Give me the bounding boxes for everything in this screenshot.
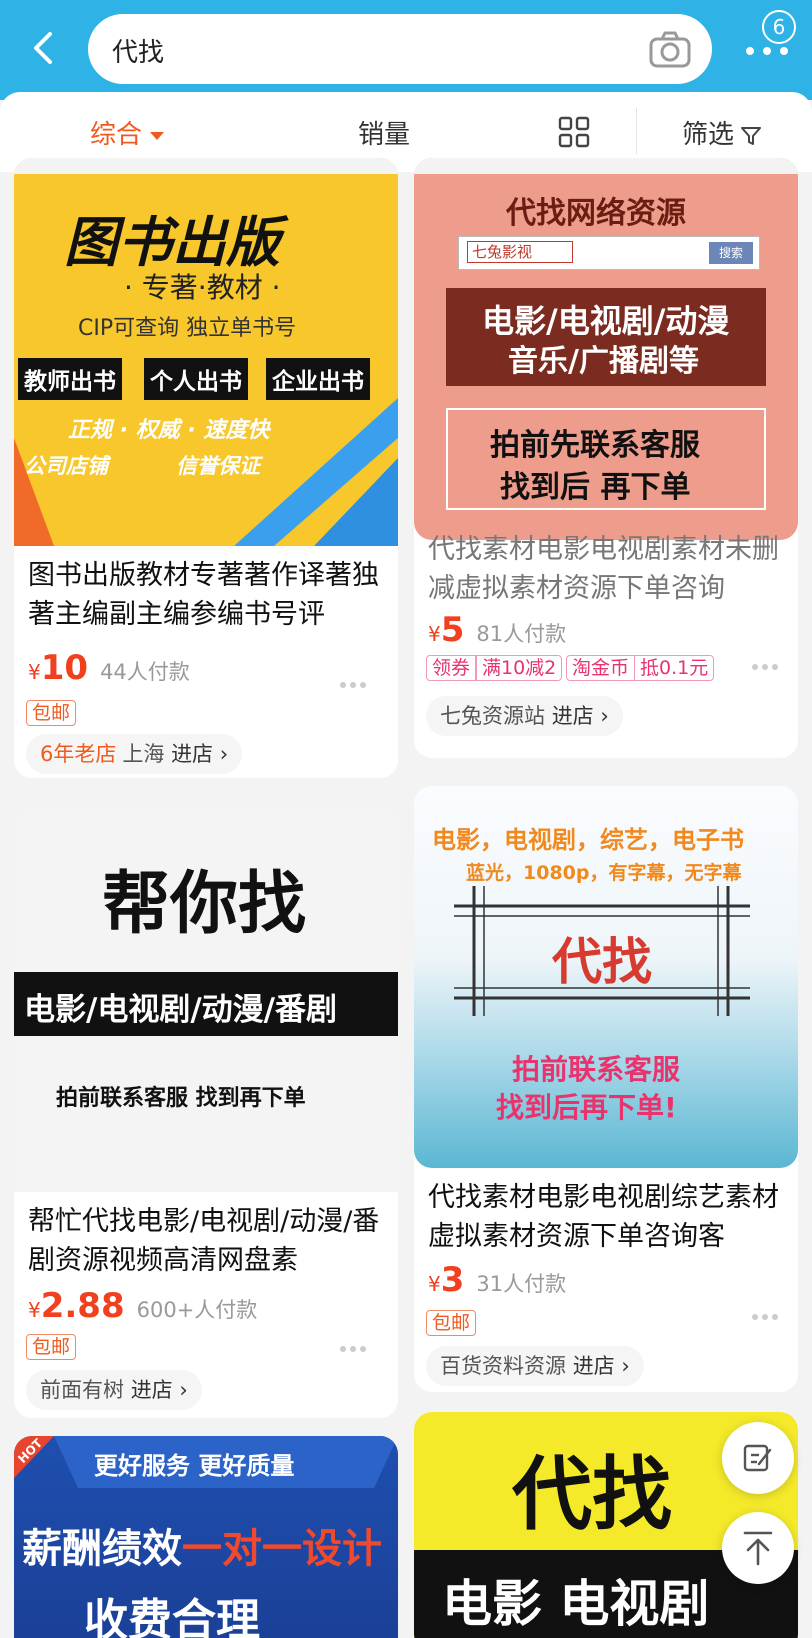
price-row: ¥2.88 600+人付款 <box>28 1286 257 1326</box>
price-row: ¥3 31人付款 <box>428 1260 566 1300</box>
currency-symbol: ¥ <box>428 622 441 646</box>
tab-filter[interactable]: 筛选 <box>682 114 762 151</box>
coupon-value-tag: 满10减2 <box>476 655 563 681</box>
product-card[interactable]: HOT 更好服务 更好质量 薪酬绩效一对一设计 收费合理 <box>14 1436 398 1638</box>
banner-text: 拍前联系客服 <box>512 1053 681 1086</box>
product-image: 代找网络资源 七兔影视 搜索 电影/电视剧/动漫 音乐/广播剧等 拍前先联系客服… <box>414 158 798 540</box>
price-row: ¥10 44人付款 <box>28 648 190 688</box>
shop-link[interactable]: 6年老店 上海 进店 › <box>26 734 243 774</box>
banner-text: 收费合理 <box>84 1595 260 1638</box>
banner-text: 信誉保证 <box>176 454 260 478</box>
banner-label: 个人出书 <box>144 358 248 400</box>
back-to-top-button[interactable] <box>722 1512 794 1584</box>
top-bar: 代找 6 <box>0 0 812 100</box>
shop-name: 上海 <box>122 742 165 766</box>
shop-link[interactable]: 前面有树 进店 › <box>26 1370 202 1410</box>
shop-name: 百货资料资源 <box>440 1354 566 1378</box>
enter-shop-label: 进店 › <box>551 704 609 728</box>
product-title[interactable]: 图书出版教材专著著作译著独著主编副主编参编书号评 <box>28 556 384 634</box>
enter-shop-label: 进店 › <box>572 1354 630 1378</box>
dots-icon[interactable] <box>750 662 780 672</box>
shop-link[interactable]: 百货资料资源 进店 › <box>426 1346 644 1386</box>
search-query: 代找 <box>112 38 165 68</box>
dots-icon[interactable] <box>750 1312 780 1322</box>
free-shipping-tag: 包邮 <box>26 1334 77 1360</box>
shop-age-badge: 6年老店 <box>40 742 117 766</box>
banner-text: 拍前联系客服 找到再下单 <box>56 1086 306 1111</box>
product-title[interactable]: 帮忙代找电影/电视剧/动漫/番剧资源视频高清网盘素 <box>28 1202 384 1280</box>
tab-filter-label: 筛选 <box>682 120 735 150</box>
product-image: HOT 更好服务 更好质量 薪酬绩效一对一设计 收费合理 <box>14 1436 398 1638</box>
shop-name: 七兔资源站 <box>440 704 545 728</box>
shop-name: 前面有树 <box>40 1378 124 1402</box>
banner-strip: 电影/电视剧/动漫/番剧 <box>14 972 398 1036</box>
banner-title: 代找 <box>552 933 652 991</box>
product-title[interactable]: 代找素材电影电视剧综艺素材虚拟素材资源下单咨询客 <box>428 1178 784 1256</box>
dots-icon[interactable] <box>338 680 368 690</box>
banner-text: 公司店铺 <box>24 454 108 478</box>
free-shipping-tag: 包邮 <box>426 1310 477 1336</box>
paid-count: 600+人付款 <box>136 1298 258 1322</box>
banner-text: 更好服务 更好质量 <box>94 1452 295 1480</box>
banner-title: 代找 <box>512 1448 672 1541</box>
banner-label: 企业出书 <box>266 358 370 400</box>
currency-symbol: ¥ <box>428 1272 441 1296</box>
banner-title: 薪酬绩效一对一设计 <box>22 1526 382 1572</box>
banner-title: 代找网络资源 <box>506 196 686 231</box>
feedback-button[interactable] <box>722 1422 794 1494</box>
back-to-top-icon <box>743 1531 773 1566</box>
product-card[interactable]: 帮你找 电影/电视剧/动漫/番剧 拍前联系客服 找到再下单 帮忙代找电影/电视剧… <box>14 808 398 1418</box>
product-card[interactable]: 图书出版 · 专著·教材 · CIP可查询 独立单书号 教师出书 个人出书 企业… <box>14 158 398 778</box>
banner-subtitle: · 专著·教材 · <box>124 271 281 304</box>
product-image: 图书出版 · 专著·教材 · CIP可查询 独立单书号 教师出书 个人出书 企业… <box>14 158 398 546</box>
product-price: 10 <box>40 648 89 688</box>
tab-sales[interactable]: 销量 <box>358 114 410 151</box>
product-price: 2.88 <box>40 1286 125 1326</box>
filter-icon <box>741 126 762 145</box>
banner-note-box: 拍前先联系客服 找到后 再下单 <box>446 408 766 510</box>
enter-shop-label: 进店 › <box>171 742 229 766</box>
feedback-icon <box>743 1444 772 1472</box>
taojinbi-tag: 淘金币 <box>566 655 636 681</box>
paid-count: 31人付款 <box>476 1272 567 1296</box>
banner-label: 教师出书 <box>18 358 122 400</box>
product-image: 帮你找 电影/电视剧/动漫/番剧 拍前联系客服 找到再下单 <box>14 808 398 1192</box>
banner-search-sample: 七兔影视 搜索 <box>458 236 760 270</box>
search-input[interactable]: 代找 <box>88 14 712 84</box>
caret-down-icon <box>150 131 165 140</box>
taojinbi-value-tag: 抵0.1元 <box>634 655 715 681</box>
tab-comprehensive-label: 综合 <box>90 120 143 150</box>
coupon-tag: 领券 <box>426 655 477 681</box>
grid-view-icon[interactable] <box>558 116 590 148</box>
free-shipping-tag: 包邮 <box>26 700 77 726</box>
paid-count: 44人付款 <box>100 660 190 684</box>
tab-comprehensive[interactable]: 综合 <box>90 114 165 151</box>
product-price: 5 <box>440 610 465 650</box>
back-icon[interactable] <box>24 28 64 68</box>
banner-text: 找到后再下单! <box>496 1091 677 1124</box>
product-title[interactable]: 代找素材电影电视剧素材未删减虚拟素材资源下单咨询 <box>428 530 784 608</box>
dots-icon[interactable] <box>338 1344 368 1354</box>
banner-text: CIP可查询 独立单书号 <box>78 316 297 341</box>
camera-icon[interactable] <box>648 30 692 70</box>
message-count-badge: 6 <box>762 10 796 44</box>
enter-shop-label: 进店 › <box>130 1378 188 1402</box>
currency-symbol: ¥ <box>28 660 41 684</box>
product-price: 3 <box>440 1260 465 1300</box>
divider <box>636 108 637 154</box>
currency-symbol: ¥ <box>28 1298 41 1322</box>
price-row: ¥5 81人付款 <box>428 610 566 650</box>
product-card[interactable]: 电影，电视剧，综艺，电子书 蓝光，1080p，有字幕，无字幕 代找 拍前联系客服… <box>414 786 798 1392</box>
product-card[interactable]: 代找网络资源 七兔影视 搜索 电影/电视剧/动漫 音乐/广播剧等 拍前先联系客服… <box>414 158 798 758</box>
banner-title: 帮你找 <box>102 865 307 944</box>
banner-text: 正规 · 权威 · 速度快 <box>68 418 270 443</box>
paid-count: 81人付款 <box>476 622 567 646</box>
shop-link[interactable]: 七兔资源站 进店 › <box>426 696 623 736</box>
product-image: 电影，电视剧，综艺，电子书 蓝光，1080p，有字幕，无字幕 代找 拍前联系客服… <box>414 786 798 1168</box>
banner-category-box: 电影/电视剧/动漫 音乐/广播剧等 <box>446 288 766 386</box>
